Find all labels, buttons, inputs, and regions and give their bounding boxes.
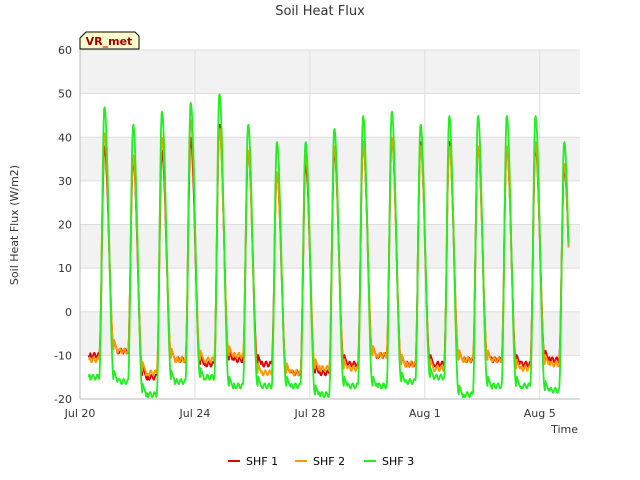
- legend-label: SHF 3: [382, 455, 414, 468]
- x-tick-labels: Jul 20 Jul 24 Jul 28 Aug 1 Aug 5: [64, 407, 556, 420]
- y-axis-label: Soil Heat Flux (W/m2): [8, 165, 21, 285]
- x-tick-label: Jul 28: [294, 407, 326, 420]
- y-tick-label: 40: [58, 131, 72, 144]
- plot-band: [80, 50, 580, 94]
- x-tick-label: Aug 5: [524, 407, 556, 420]
- x-tick-label: Jul 20: [64, 407, 96, 420]
- x-axis-label: Time: [550, 423, 578, 436]
- y-tick-label: -20: [54, 393, 72, 406]
- y-tick-label: 10: [58, 262, 72, 275]
- y-tick-label: 20: [58, 219, 72, 232]
- y-tick-label: 30: [58, 175, 72, 188]
- chart-title: Soil Heat Flux: [275, 4, 365, 19]
- legend-label: SHF 2: [313, 455, 345, 468]
- site-badge: VR_met: [79, 31, 140, 50]
- site-badge-text: VR_met: [86, 35, 133, 48]
- legend: SHF 1 SHF 2 SHF 3: [228, 455, 414, 468]
- x-tick-label: Aug 1: [409, 407, 441, 420]
- y-tick-label: 60: [58, 44, 72, 57]
- y-tick-labels: -20 -10 0 10 20 30 40 50 60: [54, 44, 72, 406]
- legend-item-3: SHF 3: [364, 455, 414, 468]
- y-tick-label: -10: [54, 349, 72, 362]
- y-tick-label: 50: [58, 88, 72, 101]
- soil-heat-flux-chart: Soil Heat Flux -20 -10 0 10 20 30 40 50 60 Jul 2…: [8, 4, 580, 468]
- x-tick-label: Jul 24: [179, 407, 211, 420]
- y-tick-label: 0: [65, 306, 72, 319]
- legend-label: SHF 1: [246, 455, 278, 468]
- legend-item-2: SHF 2: [295, 455, 345, 468]
- legend-item-1: SHF 1: [228, 455, 278, 468]
